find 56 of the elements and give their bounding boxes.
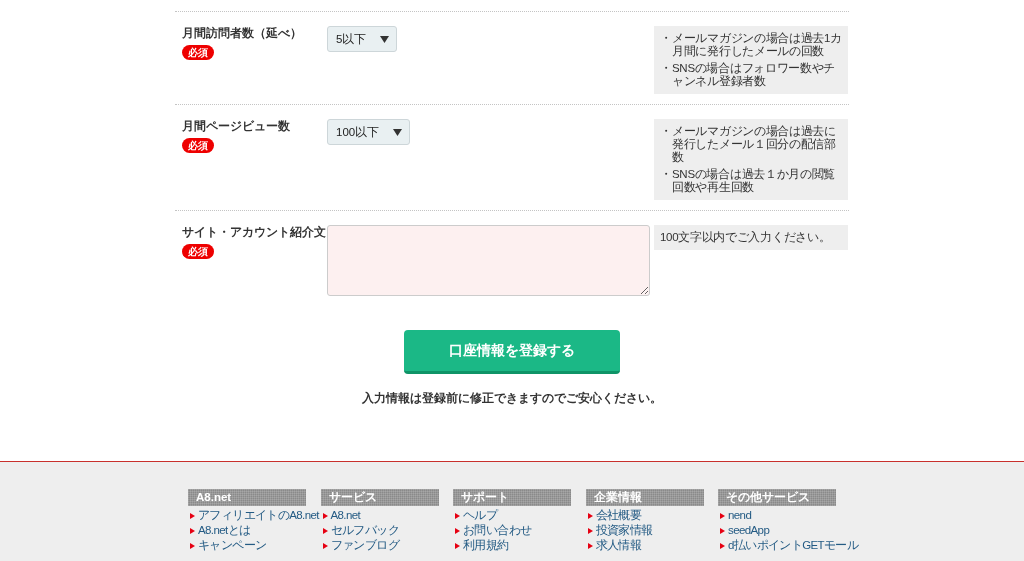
caret-icon xyxy=(380,35,390,43)
hint-text: メールマガジンの場合は過去1カ月間に発行したメールの回数 xyxy=(672,32,843,58)
column-heading: A8.net xyxy=(188,489,306,506)
footer-link[interactable]: d払いポイントGETモール xyxy=(720,538,859,553)
triangle-bullet-icon xyxy=(455,542,460,549)
footer-link[interactable]: 会社概要 xyxy=(587,508,642,523)
list-bullet: ・ xyxy=(660,32,672,45)
select-field[interactable]: 5以下 xyxy=(327,26,398,52)
triangle-bullet-icon xyxy=(720,527,725,534)
triangle-bullet-icon xyxy=(322,542,328,549)
footer-link[interactable]: A8.netとは xyxy=(190,523,251,538)
hint-text: 100文字以内でご入力ください。 xyxy=(660,231,831,244)
select-field[interactable]: 100以下 xyxy=(327,119,411,145)
footer-link[interactable]: seedApp xyxy=(720,523,770,538)
column-heading: サポート xyxy=(453,489,571,506)
triangle-bullet-icon xyxy=(720,512,725,519)
hint-text: メールマガジンの場合は過去に発行したメール１回分の配信部数 xyxy=(672,125,837,164)
triangle-bullet-icon xyxy=(455,512,460,519)
field-label: サイト・アカウント紹介文 xyxy=(182,225,326,239)
required-badge: 必須 xyxy=(182,244,214,259)
footer-link[interactable]: 求人情報 xyxy=(587,538,642,553)
footer-link[interactable]: A8.net xyxy=(322,508,361,523)
triangle-bullet-icon xyxy=(190,542,195,549)
triangle-bullet-icon xyxy=(190,527,195,534)
footer-link[interactable]: nend xyxy=(720,508,752,523)
footer-link[interactable]: ヘルプ xyxy=(455,508,498,523)
footer-link[interactable]: 投資家情報 xyxy=(587,523,653,538)
triangle-bullet-icon xyxy=(322,512,328,519)
list-bullet: ・ xyxy=(660,125,672,138)
triangle-bullet-icon xyxy=(587,512,593,519)
triangle-bullet-icon xyxy=(720,542,725,549)
footer-link[interactable]: セルフバック xyxy=(322,523,399,538)
triangle-bullet-icon xyxy=(587,527,593,534)
list-bullet: ・ xyxy=(660,168,672,181)
required-badge: 必須 xyxy=(182,138,214,153)
footer-link[interactable]: キャンペーン xyxy=(190,538,267,553)
list-bullet: ・ xyxy=(660,62,672,75)
triangle-bullet-icon xyxy=(587,542,593,549)
hint-text: SNSの場合はフォロワー数やチャンネル登録者数 xyxy=(672,62,837,88)
required-badge: 必須 xyxy=(182,45,214,60)
triangle-bullet-icon xyxy=(455,527,460,534)
hint-text: SNSの場合は過去１か月の閲覧回数や再生回数 xyxy=(672,168,837,194)
footer-link[interactable]: アフィリエイトのA8.net xyxy=(190,508,319,523)
field-label: 月間訪問者数（延べ） xyxy=(182,26,302,40)
field-label: 月間ページビュー数 xyxy=(182,119,290,133)
triangle-bullet-icon xyxy=(190,512,195,519)
footer-link[interactable]: お問い合わせ xyxy=(455,523,532,538)
column-heading: その他サービス xyxy=(718,489,836,506)
column-heading: サービス xyxy=(320,489,439,506)
footer-link[interactable]: 利用規約 xyxy=(455,538,509,553)
footer-link[interactable]: ファンブログ xyxy=(322,538,399,553)
caret-icon xyxy=(393,128,403,136)
column-heading: 企業情報 xyxy=(585,489,704,506)
reassurance-text: 入力情報は登録前に修正できますのでご安心ください。 xyxy=(362,391,662,405)
triangle-bullet-icon xyxy=(322,527,328,534)
textarea-field[interactable] xyxy=(327,225,650,296)
